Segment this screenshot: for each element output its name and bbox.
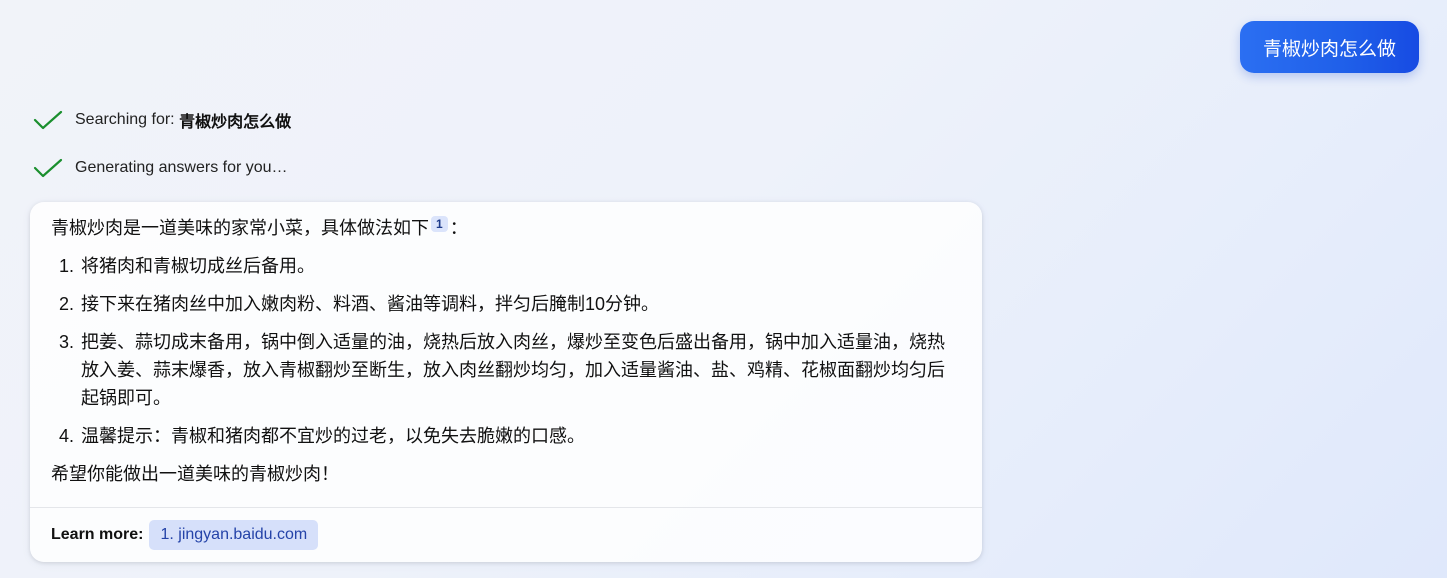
list-item: 3. 把姜、蒜切成末备用，锅中倒入适量的油，烧热后放入肉丝，爆炒至变色后盛出备用，… [51, 328, 960, 412]
learn-more-divider [30, 507, 982, 508]
answer-outro: 希望你能做出一道美味的青椒炒肉！ [51, 464, 339, 484]
checkmark-icon [33, 157, 63, 179]
steps-list: 1. 将猪肉和青椒切成丝后备用。 2. 接下来在猪肉丝中加入嫩肉粉、料酒、酱油等调料… [51, 252, 960, 450]
list-item: 2. 接下来在猪肉丝中加入嫩肉粉、料酒、酱油等调料，拌匀后腌制10分钟。 [51, 290, 960, 318]
step-text: 温馨提示：青椒和猪肉都不宜炒的过老，以免失去脆嫩的口感。 [81, 426, 585, 446]
learn-more-label: Learn more: [51, 526, 144, 543]
checkmark-icon [33, 109, 63, 131]
user-message-bubble: 青椒炒肉怎么做 [1240, 21, 1419, 73]
status-searching: Searching for: 青椒炒肉怎么做 [33, 108, 291, 132]
step-number: 2. [59, 294, 75, 314]
list-item: 4. 温馨提示：青椒和猪肉都不宜炒的过老，以免失去脆嫩的口感。 [51, 422, 960, 450]
user-message-text: 青椒炒肉怎么做 [1262, 38, 1396, 60]
status-generating: Generating answers for you… [33, 157, 288, 179]
answer-card: 青椒炒肉是一道美味的家常小菜，具体做法如下 1： 1. 将猪肉和青椒切成丝后备用。 … [30, 202, 982, 562]
list-item: 1. 将猪肉和青椒切成丝后备用。 [51, 252, 960, 280]
citation-badge[interactable]: 1 [431, 216, 448, 232]
step-number: 4. [59, 426, 75, 446]
answer-intro-suffix: ： [449, 218, 468, 238]
status-searching-query: 青椒炒肉怎么做 [179, 114, 292, 131]
status-searching-prefix: Searching for: [75, 111, 180, 128]
learn-more-bar: Learn more: 1. jingyan.baidu.com [51, 520, 319, 550]
step-number: 3. [59, 332, 75, 352]
status-generating-text: Generating answers for you… [75, 159, 288, 176]
step-number: 1. [59, 256, 75, 276]
learn-more-link[interactable]: 1. jingyan.baidu.com [149, 520, 319, 550]
step-text: 接下来在猪肉丝中加入嫩肉粉、料酒、酱油等调料，拌匀后腌制10分钟。 [81, 294, 660, 314]
answer-intro-text: 青椒炒肉是一道美味的家常小菜，具体做法如下 [51, 218, 429, 238]
answer-intro: 青椒炒肉是一道美味的家常小菜，具体做法如下 1： [51, 214, 960, 242]
answer-body: 青椒炒肉是一道美味的家常小菜，具体做法如下 1： 1. 将猪肉和青椒切成丝后备用。 … [30, 202, 982, 488]
step-text: 将猪肉和青椒切成丝后备用。 [81, 256, 315, 276]
step-text: 把姜、蒜切成末备用，锅中倒入适量的油，烧热后放入肉丝，爆炒至变色后盛出备用，锅中… [81, 332, 945, 408]
